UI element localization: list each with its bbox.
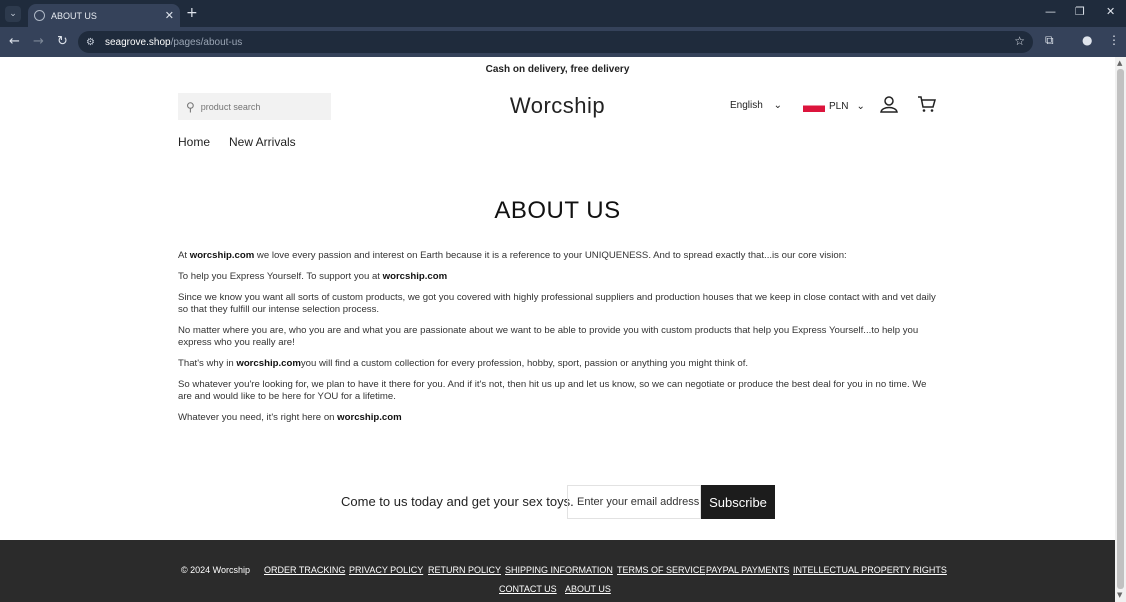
- nav-new-arrivals[interactable]: New Arrivals: [229, 135, 296, 149]
- back-icon[interactable]: ←: [9, 34, 20, 49]
- paragraph: Whatever you need, it's right here on wo…: [178, 412, 402, 423]
- browser-tabstrip: ⌄ ABOUT US ✕ + — ❐ ✕: [0, 0, 1126, 27]
- reload-icon[interactable]: ↻: [57, 34, 68, 49]
- poland-flag-icon: [803, 100, 825, 112]
- footer-link-shipping-information[interactable]: SHIPPING INFORMATION: [505, 565, 613, 575]
- url-path: /pages/about-us: [170, 36, 243, 48]
- tab-title: ABOUT US: [51, 10, 97, 21]
- footer-link-contact-us[interactable]: CONTACT US: [499, 584, 557, 594]
- url-host: seagrove.shop: [104, 36, 171, 48]
- scroll-up-icon[interactable]: ▲: [1117, 59, 1122, 67]
- copyright: © 2024 Worcship: [181, 565, 250, 575]
- page-scrollbar[interactable]: ▲ ▼: [1115, 57, 1126, 602]
- nav-home[interactable]: Home: [178, 135, 210, 149]
- cart-icon[interactable]: [917, 95, 937, 118]
- footer-link-intellectual-property[interactable]: INTELLECTUAL PROPERTY RIGHTS: [793, 565, 947, 575]
- footer-link-terms-of-service[interactable]: TERMS OF SERVICE: [617, 565, 705, 575]
- browser-toolbar: ← → ↻ ⚙ seagrove.shop/pages/about-us ☆ ⧉…: [0, 27, 1126, 57]
- language-label: English: [730, 100, 763, 111]
- tab-about-us[interactable]: ABOUT US ✕: [28, 4, 180, 27]
- page-title: ABOUT US: [494, 197, 621, 224]
- paragraph: So whatever you're looking for, we plan …: [178, 379, 927, 402]
- paragraph: No matter where you are, who you are and…: [178, 325, 919, 348]
- scroll-down-icon[interactable]: ▼: [1117, 591, 1122, 599]
- page-viewport: Cash on delivery, free delivery ⚲ Worcsh…: [0, 57, 1115, 602]
- chevron-down-icon: ⌄: [856, 100, 865, 112]
- forward-icon[interactable]: →: [33, 34, 44, 49]
- site-info-icon[interactable]: ⚙: [86, 37, 95, 48]
- account-icon[interactable]: [880, 95, 898, 118]
- store-logo[interactable]: Worcship: [0, 93, 1115, 119]
- paragraph: Since we know you want all sorts of cust…: [178, 292, 936, 315]
- chevron-down-icon: ⌄: [773, 100, 782, 111]
- address-bar[interactable]: ⚙ seagrove.shop/pages/about-us ☆: [78, 31, 1033, 53]
- tab-search-icon[interactable]: ⌄: [5, 6, 21, 22]
- language-selector[interactable]: English ⌄: [730, 100, 782, 111]
- paragraph: To help you Express Yourself. To support…: [178, 271, 448, 282]
- bookmark-star-icon[interactable]: ☆: [1014, 34, 1025, 48]
- close-tab-icon[interactable]: ✕: [165, 9, 174, 22]
- minimize-icon[interactable]: —: [1045, 5, 1056, 18]
- newsletter-text: Come to us today and get your sex toys.: [341, 494, 574, 509]
- currency-selector[interactable]: PLN ⌄: [803, 100, 865, 112]
- globe-icon: [34, 10, 45, 21]
- paragraph: At worcship.com we love every passion an…: [178, 250, 847, 261]
- new-tab-icon[interactable]: +: [186, 5, 198, 21]
- scrollbar-thumb[interactable]: [1117, 69, 1124, 589]
- browser-menu-icon[interactable]: ⋮: [1108, 33, 1120, 47]
- currency-label: PLN: [829, 100, 849, 112]
- profile-icon[interactable]: ●: [1082, 33, 1092, 47]
- about-content: At worcship.com we love every passion an…: [178, 250, 938, 433]
- email-field[interactable]: Enter your email address: [567, 485, 701, 519]
- paragraph: That's why in worcship.comyou will find …: [178, 358, 749, 369]
- footer-link-paypal-payments[interactable]: PAYPAL PAYMENTS: [706, 565, 789, 575]
- footer: © 2024 Worcship ORDER TRACKING PRIVACY P…: [0, 540, 1115, 602]
- newsletter-section: Come to us today and get your sex toys. …: [0, 485, 1115, 519]
- restore-icon[interactable]: ❐: [1075, 5, 1085, 18]
- footer-link-return-policy[interactable]: RETURN POLICY: [428, 565, 501, 575]
- extensions-icon[interactable]: ⧉: [1045, 33, 1054, 48]
- footer-link-about-us[interactable]: ABOUT US: [565, 584, 611, 594]
- footer-link-order-tracking[interactable]: ORDER TRACKING: [264, 565, 345, 575]
- footer-link-privacy-policy[interactable]: PRIVACY POLICY: [349, 565, 423, 575]
- close-window-icon[interactable]: ✕: [1106, 5, 1115, 18]
- subscribe-button[interactable]: Subscribe: [701, 485, 775, 519]
- announcement-bar: Cash on delivery, free delivery: [485, 64, 630, 75]
